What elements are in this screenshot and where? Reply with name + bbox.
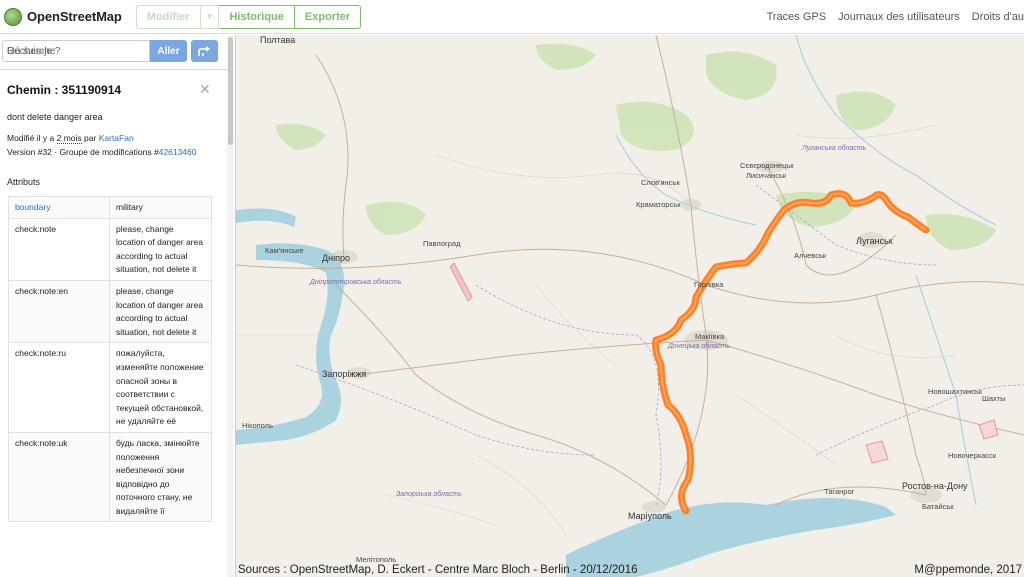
nav-user-diaries[interactable]: Journaux des utilisateurs — [838, 11, 960, 23]
directions-button[interactable] — [191, 40, 218, 62]
top-header: OpenStreetMap Modifier ▼ Historique Expo… — [0, 0, 1024, 34]
chevron-down-icon: ▼ — [205, 12, 214, 21]
tag-key: check:note:uk — [8, 431, 110, 523]
map-canvas — [236, 35, 1024, 577]
sidebar: Recherche Où suis-je ? Aller Chemin : 35… — [0, 35, 236, 577]
city-label: Кам'янське — [265, 246, 304, 255]
directions-icon — [197, 46, 210, 56]
table-row: check:note:en please, change location of… — [8, 279, 212, 344]
attributes-heading: Attributs — [7, 177, 41, 187]
feature-title: Chemin : 351190914 — [7, 83, 122, 97]
edit-dropdown-button[interactable]: ▼ — [200, 4, 220, 29]
feature-comment: dont delete danger area — [7, 112, 103, 122]
table-row: boundary military — [8, 196, 212, 219]
tag-key: check:note — [8, 217, 110, 281]
modified-prefix: Modifié il y a — [7, 133, 55, 143]
city-label: Новочеркасск — [948, 451, 997, 460]
city-label: Лисичанськ — [746, 171, 787, 180]
city-label: Батайськ — [922, 502, 954, 511]
tag-key: check:note:en — [8, 279, 110, 344]
city-label: Новошахтинськ — [928, 387, 983, 396]
city-label: Дніпро — [322, 253, 350, 263]
region-label: Донецька область — [668, 343, 730, 350]
city-label: Макіївка — [695, 332, 725, 341]
changeset-link[interactable]: 42613460 — [159, 147, 197, 157]
modified-by: par — [84, 133, 97, 143]
city-label: Луганськ — [856, 236, 893, 246]
table-row: check:note please, change location of da… — [8, 217, 212, 281]
city-label: Краматорськ — [636, 200, 681, 209]
tag-value: please, change location of danger area a… — [109, 279, 212, 344]
edit-button[interactable]: Modifier — [135, 4, 201, 29]
header-tabs: Modifier ▼ Historique Exporter — [135, 4, 362, 29]
city-label: Мелітополь — [356, 555, 397, 564]
close-icon[interactable]: ✕ — [199, 81, 211, 98]
city-label: Сєвєродонецьк — [740, 161, 794, 170]
tag-value: будь ласка, змінюйте положення небезпечн… — [109, 431, 212, 523]
city-label: Маріуполь — [628, 511, 672, 521]
osm-logo[interactable]: OpenStreetMap — [4, 7, 122, 26]
map-credit-caption: M@ppemonde, 2017 — [914, 564, 1022, 576]
osm-logo-icon — [4, 7, 22, 26]
version-prefix: Version #32 · Groupe de modifications # — [7, 147, 159, 157]
map-source-caption: Sources : OpenStreetMap, D. Eckert - Cen… — [238, 564, 638, 576]
map-view[interactable]: Полтава Луганськ Сєвєродонецьк Лисичансь… — [236, 35, 1024, 577]
city-label: Горлівка — [694, 280, 724, 289]
nav-gps-traces[interactable]: Traces GPS — [767, 11, 827, 23]
tag-key: check:note:ru — [8, 342, 110, 433]
feature-version-line: Version #32 · Groupe de modifications #4… — [7, 147, 197, 157]
where-am-i-link[interactable]: Où suis-je ? — [7, 46, 145, 57]
tag-key[interactable]: boundary — [8, 196, 110, 219]
tag-value: military — [109, 196, 212, 219]
city-label: Алчевськ — [794, 251, 827, 260]
modified-age: 2 mois — [56, 133, 82, 144]
user-link[interactable]: KartaFan — [99, 133, 134, 143]
city-label: Ростов-на-Дону — [902, 481, 968, 491]
city-label: Полтава — [260, 35, 296, 45]
header-nav: Traces GPS Journaux des utilisateurs Dro… — [755, 0, 1024, 34]
tag-value: пожалуйста, изменяйте положение опасной … — [109, 342, 212, 433]
nav-copyright[interactable]: Droits d'au — [972, 11, 1024, 23]
search-bar: Recherche Où suis-je ? Aller — [0, 40, 235, 62]
search-input[interactable]: Recherche Où suis-je ? — [2, 40, 150, 62]
feature-modified-line: Modifié il y a 2 mois par KartaFan — [7, 133, 134, 144]
city-label: Нікополь — [242, 421, 273, 430]
city-label: Запоріжжя — [322, 369, 367, 379]
table-row: check:note:ru пожалуйста, изменяйте поло… — [8, 342, 212, 433]
table-row: check:note:uk будь ласка, змінюйте полож… — [8, 431, 212, 523]
export-button[interactable]: Exporter — [294, 4, 362, 29]
city-label: Шахты — [982, 394, 1006, 403]
region-label: Запорізька область — [396, 491, 462, 498]
sidebar-scrollbar-thumb[interactable] — [228, 37, 233, 145]
city-label: Таганрог — [824, 487, 855, 496]
city-label: Слов'янськ — [641, 178, 680, 187]
search-go-button[interactable]: Aller — [150, 40, 187, 62]
tags-table: boundary military check:note please, cha… — [8, 196, 212, 523]
history-button[interactable]: Historique — [219, 4, 295, 29]
region-label: Дніпропетровська область — [310, 279, 402, 286]
region-label: Луганська область — [802, 145, 867, 152]
tag-value: please, change location of danger area a… — [109, 217, 212, 281]
panel-divider — [0, 69, 228, 70]
site-title: OpenStreetMap — [27, 9, 122, 24]
city-label: Павлоград — [423, 239, 461, 248]
